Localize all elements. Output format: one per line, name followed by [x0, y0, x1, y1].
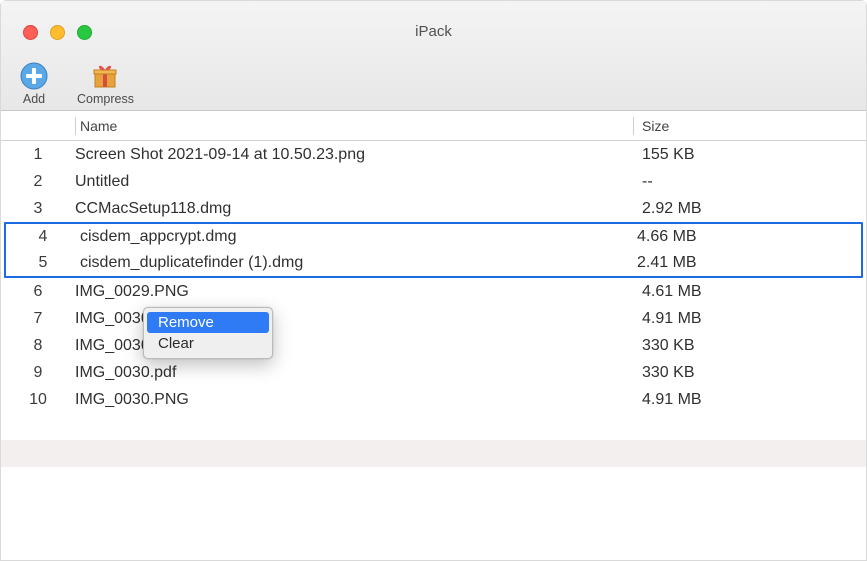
row-name: Screen Shot 2021-09-14 at 10.50.23.png	[75, 146, 634, 164]
toolbar: Add Compress	[19, 61, 134, 106]
row-index: 10	[1, 391, 75, 409]
title-bar: iPack Add Compress	[1, 1, 866, 111]
row-index: 9	[1, 364, 75, 382]
column-header-name[interactable]: Name	[76, 118, 633, 134]
row-name: IMG_0030.PNG	[75, 391, 634, 409]
row-name: Untitled	[75, 173, 634, 191]
compress-button[interactable]: Compress	[77, 61, 134, 106]
plus-circle-icon	[19, 61, 49, 91]
context-menu-clear[interactable]: Clear	[144, 333, 272, 354]
row-index: 4	[6, 228, 80, 246]
row-index: 2	[1, 173, 75, 191]
row-size: 4.91 MB	[634, 310, 866, 328]
row-size: 2.41 MB	[629, 254, 861, 272]
row-size: 330 KB	[634, 364, 866, 382]
row-size: 4.66 MB	[629, 228, 861, 246]
context-menu: Remove Clear	[143, 307, 273, 359]
add-button[interactable]: Add	[19, 61, 49, 106]
row-index: 1	[1, 146, 75, 164]
table-row[interactable]: 5 cisdem_duplicatefinder (1).dmg 2.41 MB	[6, 250, 861, 276]
empty-row	[1, 413, 866, 440]
row-name: CCMacSetup118.dmg	[75, 200, 634, 218]
context-menu-remove[interactable]: Remove	[147, 312, 269, 333]
window-title: iPack	[1, 23, 866, 40]
table-row[interactable]: 7 IMG_0030 (1).PNG 4.91 MB	[1, 305, 866, 332]
row-name: cisdem_appcrypt.dmg	[80, 228, 629, 246]
table-row[interactable]: 4 cisdem_appcrypt.dmg 4.66 MB	[6, 224, 861, 250]
empty-row	[1, 467, 866, 494]
row-index: 5	[6, 254, 80, 272]
table-row[interactable]: 9 IMG_0030.pdf 330 KB	[1, 359, 866, 386]
row-size: 155 KB	[634, 146, 866, 164]
row-index: 3	[1, 200, 75, 218]
empty-row	[1, 440, 866, 467]
compress-label: Compress	[77, 92, 134, 106]
row-size: 2.92 MB	[634, 200, 866, 218]
file-list: 1 Screen Shot 2021-09-14 at 10.50.23.png…	[1, 141, 866, 494]
table-row[interactable]: 1 Screen Shot 2021-09-14 at 10.50.23.png…	[1, 141, 866, 168]
row-name: cisdem_duplicatefinder (1).dmg	[80, 254, 629, 272]
table-row[interactable]: 2 Untitled --	[1, 168, 866, 195]
row-size: --	[634, 173, 866, 191]
table-row[interactable]: 6 IMG_0029.PNG 4.61 MB	[1, 278, 866, 305]
column-headers: Name Size	[1, 111, 866, 141]
table-row[interactable]: 8 IMG_0030 2.pdf 330 KB	[1, 332, 866, 359]
selection: 4 cisdem_appcrypt.dmg 4.66 MB 5 cisdem_d…	[4, 222, 863, 278]
row-size: 4.91 MB	[634, 391, 866, 409]
row-size: 330 KB	[634, 337, 866, 355]
column-header-size[interactable]: Size	[634, 118, 866, 134]
gift-box-icon	[90, 61, 120, 91]
row-index: 8	[1, 337, 75, 355]
add-label: Add	[19, 92, 49, 106]
row-index: 7	[1, 310, 75, 328]
table-row[interactable]: 3 CCMacSetup118.dmg 2.92 MB	[1, 195, 866, 222]
row-name: IMG_0030.pdf	[75, 364, 634, 382]
table-row[interactable]: 10 IMG_0030.PNG 4.91 MB	[1, 386, 866, 413]
row-index: 6	[1, 283, 75, 301]
row-size: 4.61 MB	[634, 283, 866, 301]
row-name: IMG_0029.PNG	[75, 283, 634, 301]
